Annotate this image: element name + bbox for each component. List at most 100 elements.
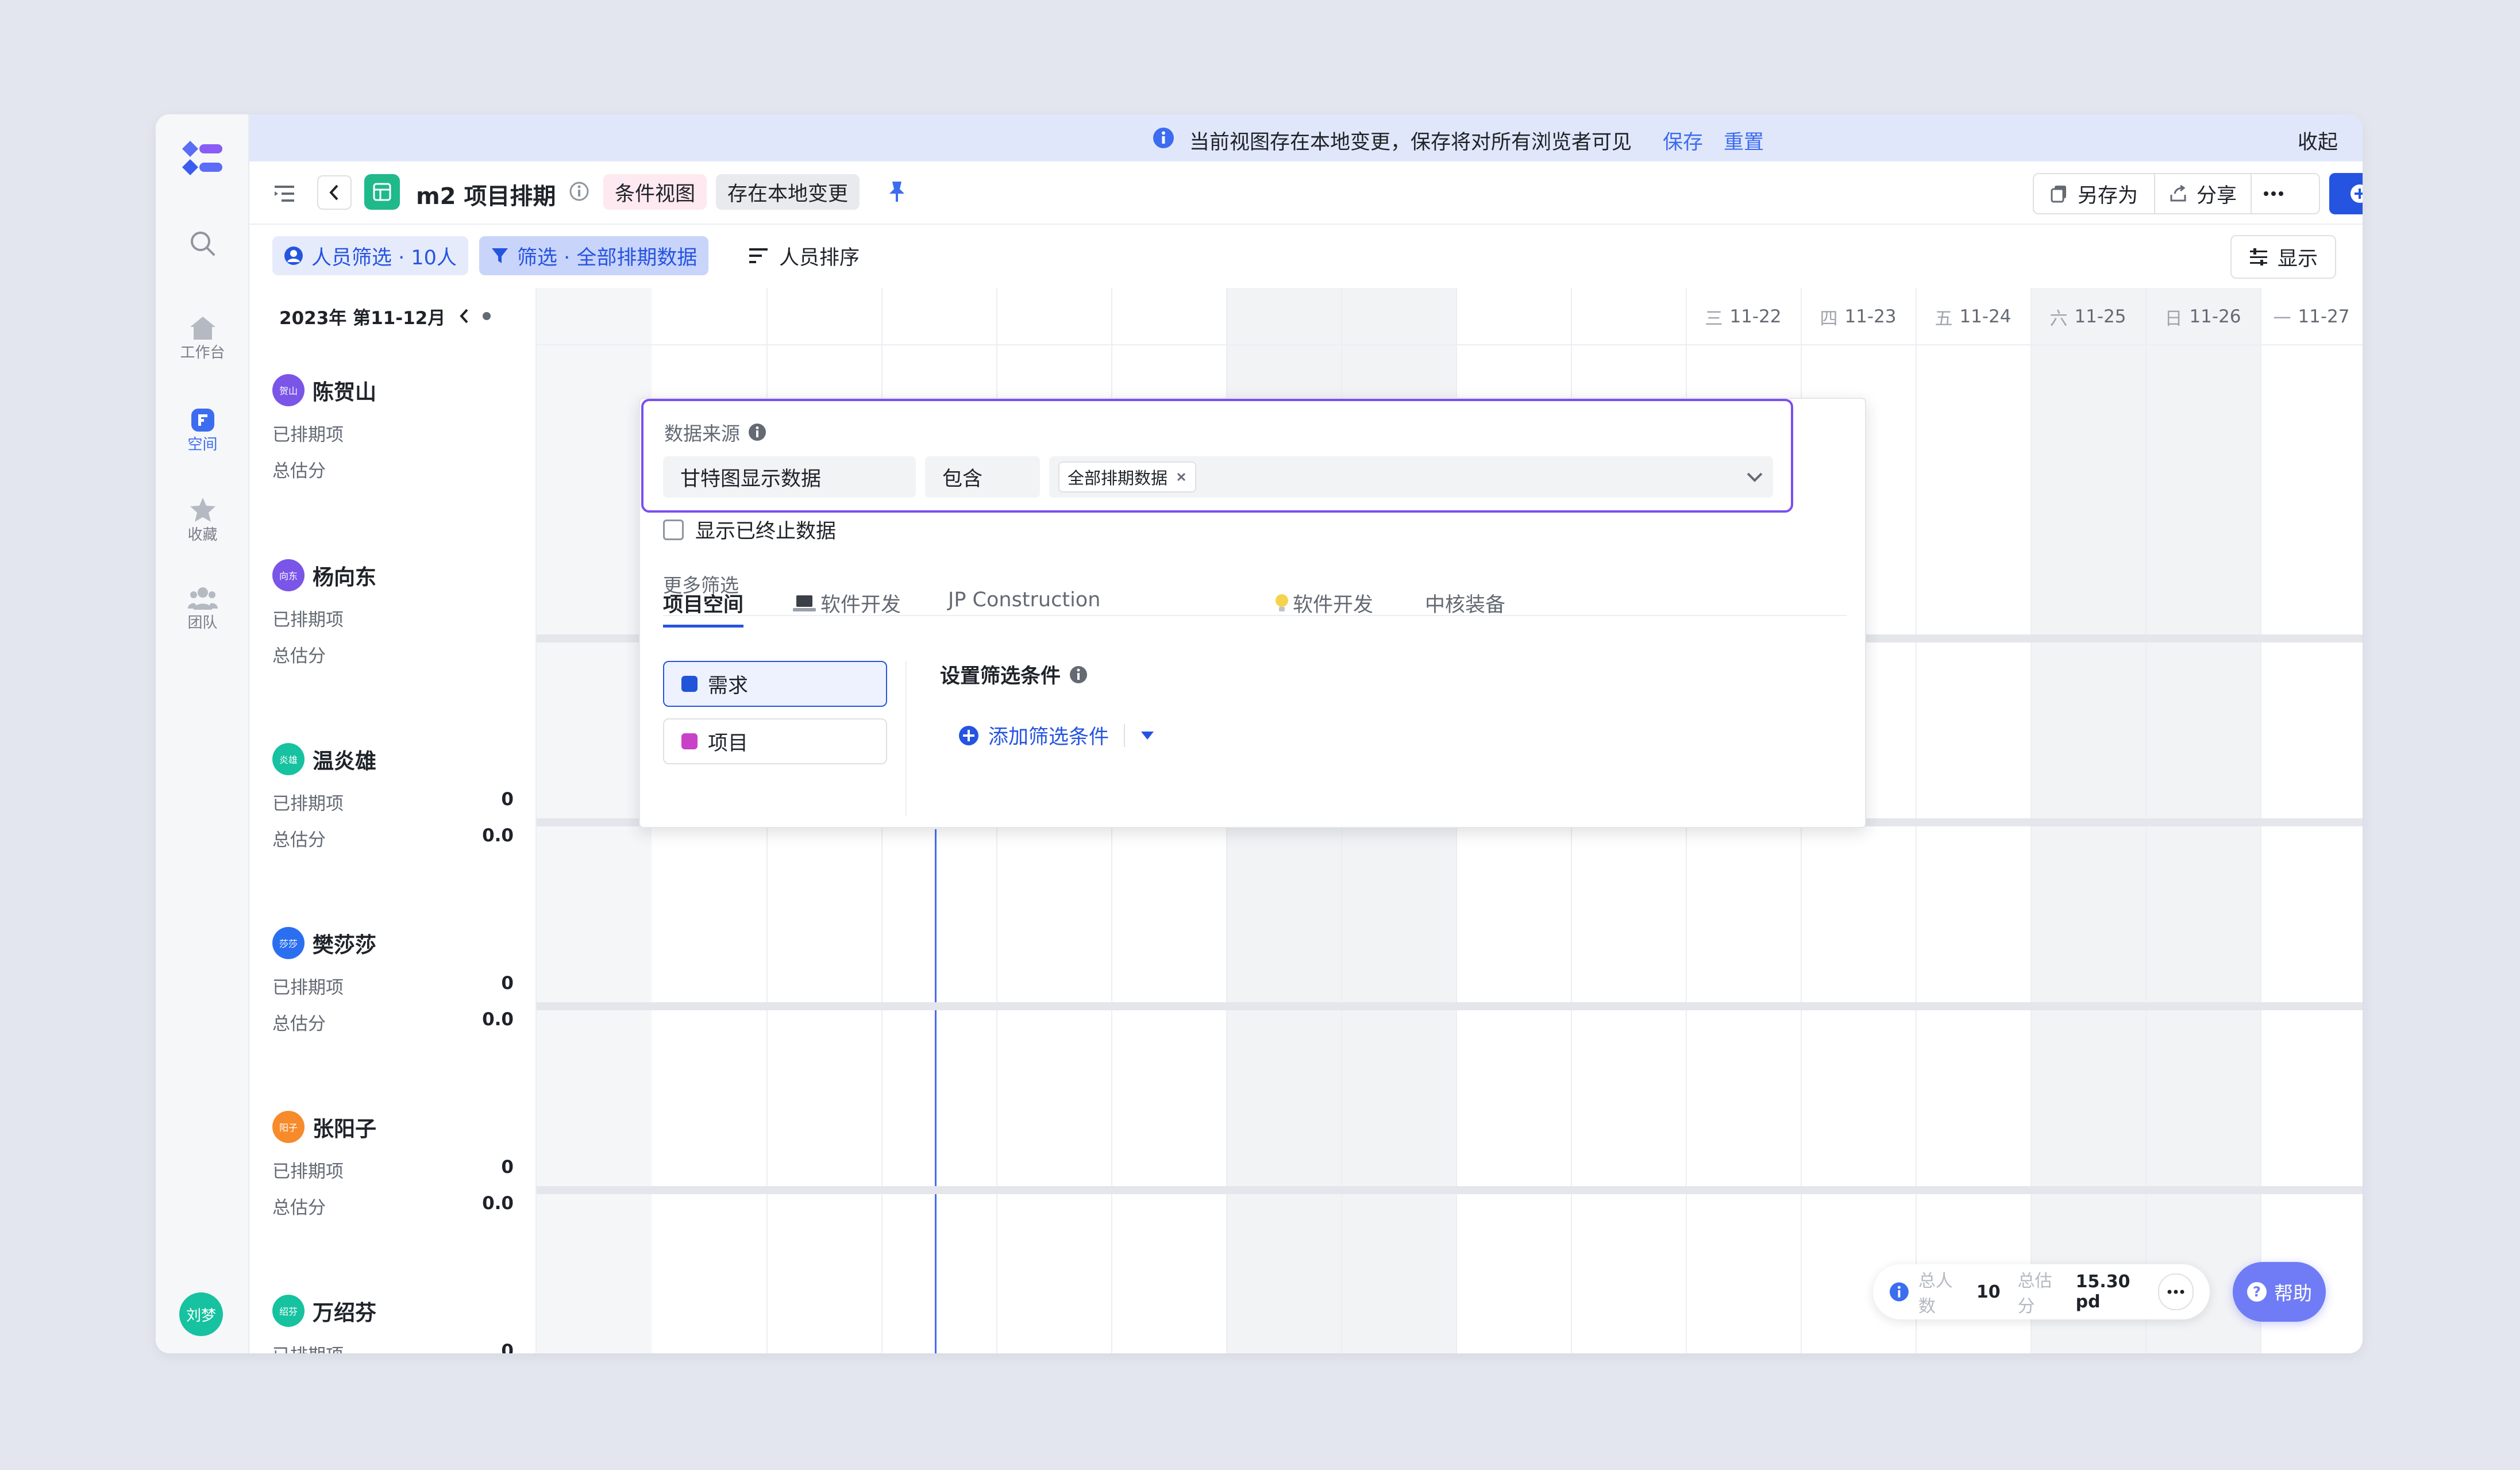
show-terminated-checkbox[interactable] — [663, 519, 684, 540]
scheduled-count: 0 — [501, 1341, 514, 1353]
back-button[interactable] — [317, 175, 352, 210]
tab-nuclear-equipment[interactable]: 中核装备 — [1425, 588, 1505, 618]
sidebar: 工作台 空间 收藏 团队 刘梦 — [156, 114, 249, 1353]
info-icon — [1153, 127, 1176, 150]
more-options-icon[interactable] — [2252, 174, 2295, 213]
display-settings-button[interactable]: 显示 — [2230, 235, 2337, 279]
lightbulb-icon — [1276, 594, 1288, 611]
day-header: 六 11-25 — [2049, 306, 2126, 329]
split-divider — [1124, 724, 1126, 747]
close-icon[interactable] — [1176, 471, 1187, 483]
scheduled-count: 0 — [501, 789, 514, 810]
summary-more-icon[interactable] — [2157, 1273, 2194, 1310]
person-name: 陈贺山 — [313, 380, 376, 405]
star-icon — [156, 497, 249, 523]
requirement-color-icon — [681, 676, 698, 692]
view-toolbar: m2 项目排期 条件视图 存在本地变更 另存为 分享 新建 — [249, 161, 2363, 225]
value-select[interactable]: 全部排期数据 — [1049, 456, 1773, 498]
sidebar-item-favorites[interactable]: 收藏 — [156, 497, 249, 544]
chevron-left-icon — [329, 184, 338, 201]
plus-circle-icon — [2350, 184, 2363, 203]
add-condition-button[interactable]: 添加筛选条件 — [958, 721, 1155, 750]
row-divider — [249, 1002, 2363, 1010]
operator-select[interactable]: 包含 — [925, 456, 1040, 498]
sidebar-item-label: 工作台 — [180, 344, 225, 361]
local-change-banner: 当前视图存在本地变更，保存将对所有浏览者可见 保存 重置 收起 — [249, 114, 2363, 161]
sidebar-item-team[interactable]: 团队 — [156, 586, 249, 632]
tab-software-dev-1[interactable]: 软件开发 — [793, 588, 901, 618]
sidebar-item-workbench[interactable]: 工作台 — [156, 315, 249, 362]
laptop-icon — [793, 595, 816, 611]
banner-collapse-button[interactable]: 收起 — [2298, 126, 2338, 155]
help-button[interactable]: ? 帮助 — [2233, 1262, 2326, 1322]
app-window: 工作台 空间 收藏 团队 刘梦 当前视图存在本地变更，保存将对所有浏览者可见 保… — [156, 114, 2363, 1353]
scheduled-label: 已排期项 — [272, 1341, 344, 1353]
new-button[interactable]: 新建 — [2329, 173, 2363, 214]
show-terminated-option[interactable]: 显示已终止数据 — [663, 515, 836, 544]
scheduled-label: 已排期项 — [272, 978, 344, 998]
collapse-tree-icon[interactable] — [272, 181, 298, 206]
value-tag: 全部排期数据 — [1058, 461, 1197, 492]
data-source-section: 数据来源 甘特图显示数据 包含 全部排期数据 — [641, 399, 1793, 513]
user-avatar[interactable]: 刘梦 — [179, 1292, 223, 1336]
help-label: 帮助 — [2274, 1282, 2312, 1304]
save-as-button[interactable]: 另存为 — [2034, 174, 2156, 213]
tab-software-dev-2[interactable]: 软件开发 — [1274, 588, 1373, 618]
day-header: 四 11-23 — [1820, 306, 1897, 329]
filter-bar: 人员筛选 · 10人 筛选 · 全部排期数据 人员排序 显示 — [249, 225, 2363, 288]
team-icon — [156, 586, 249, 611]
people-sort-label: 人员排序 — [779, 246, 860, 270]
info-outline-icon[interactable] — [569, 181, 592, 204]
avatar[interactable]: 贺山 — [272, 374, 305, 406]
row-divider — [249, 1186, 2363, 1194]
banner-message: 当前视图存在本地变更，保存将对所有浏览者可见 — [1189, 131, 1632, 154]
people-sort-button[interactable]: 人员排序 — [738, 236, 871, 275]
banner-reset-link[interactable]: 重置 — [1724, 126, 1764, 155]
avatar[interactable]: 绍芬 — [272, 1295, 305, 1327]
caret-down-icon[interactable] — [1140, 730, 1155, 741]
pin-icon[interactable] — [887, 180, 910, 205]
today-marker-line — [935, 829, 937, 1353]
people-filter-button[interactable]: 人员筛选 · 10人 — [272, 236, 468, 275]
chevron-left-icon[interactable] — [458, 307, 471, 325]
avatar[interactable]: 炎雄 — [272, 743, 305, 775]
estimate-label: 总估分 — [272, 646, 326, 667]
banner-save-link[interactable]: 保存 — [1663, 126, 1703, 155]
avatar[interactable]: 阳子 — [272, 1111, 305, 1143]
home-icon — [156, 315, 249, 341]
type-project[interactable]: 项目 — [663, 718, 887, 764]
value-tag-label: 全部排期数据 — [1068, 468, 1168, 488]
person-name: 万绍芬 — [313, 1300, 376, 1325]
condition-divider — [905, 661, 907, 816]
avatar[interactable]: 向东 — [272, 559, 305, 591]
toolbar-action-group: 另存为 分享 — [2033, 173, 2320, 214]
info-icon[interactable] — [1069, 665, 1088, 684]
data-filter-button[interactable]: 筛选 · 全部排期数据 — [479, 236, 709, 275]
estimate-label: 总估分 — [272, 1198, 326, 1218]
today-dot-icon[interactable] — [482, 311, 491, 321]
sidebar-item-label: 空间 — [187, 436, 218, 453]
search-icon[interactable] — [186, 226, 220, 261]
total-people-label: 总人数 — [1918, 1271, 1953, 1317]
share-label: 分享 — [2197, 184, 2237, 207]
type-requirement[interactable]: 需求 — [663, 661, 887, 707]
scheduled-count: 0 — [501, 1157, 514, 1177]
settings-sliders-icon — [2250, 248, 2267, 265]
info-icon[interactable] — [748, 423, 766, 441]
avatar[interactable]: 莎莎 — [272, 927, 305, 959]
tab-project-space[interactable]: 项目空间 — [663, 588, 744, 628]
chevron-down-icon[interactable] — [1745, 471, 1764, 483]
source-field-select[interactable]: 甘特图显示数据 — [663, 456, 916, 498]
people-column: 2023年 第11-12月 贺山 陈贺山 已排期项 总估分 向东 杨向东 已排期… — [249, 288, 537, 1353]
sidebar-item-space[interactable]: 空间 — [156, 407, 249, 454]
person-name: 温炎雄 — [313, 749, 376, 774]
filter-icon — [492, 248, 508, 263]
save-as-label: 另存为 — [2078, 184, 2138, 207]
scheduled-label: 已排期项 — [272, 610, 344, 630]
person-row: 阳子 张阳子 已排期项 0 总估分 0.0 — [272, 1111, 514, 1219]
copy-icon — [2051, 186, 2066, 203]
share-button[interactable]: 分享 — [2155, 174, 2252, 213]
tab-jp-construction[interactable]: JP Construction — [948, 588, 1100, 611]
data-source-label: 数据来源 — [664, 422, 740, 445]
info-icon — [1889, 1282, 1909, 1302]
